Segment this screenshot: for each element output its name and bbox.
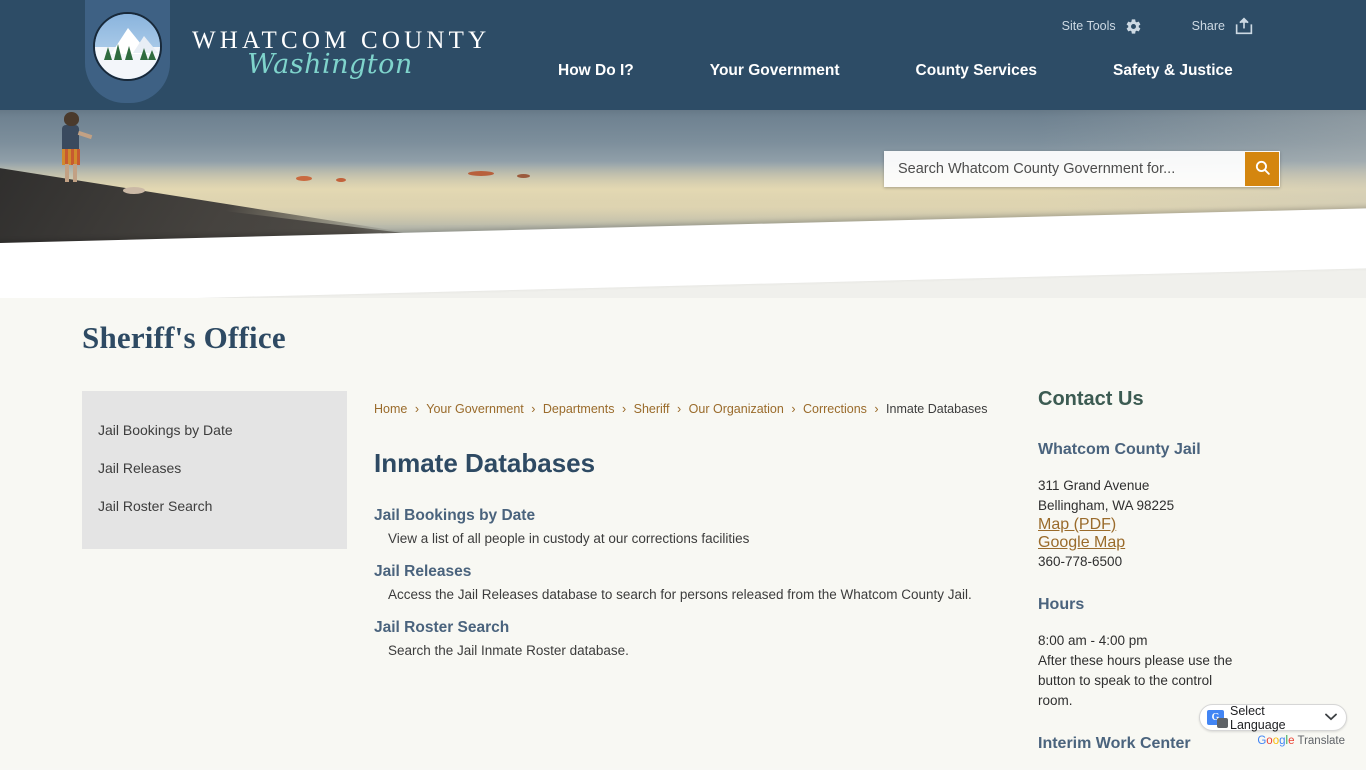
database-entry: Jail Releases Access the Jail Releases d… <box>374 563 1019 604</box>
contact-jail-name: Whatcom County Jail <box>1038 441 1338 459</box>
site-search <box>884 151 1280 187</box>
breadcrumb-item-home[interactable]: Home <box>374 402 407 416</box>
hero-child-shorts <box>62 149 80 165</box>
google-wordmark: Google <box>1257 735 1294 747</box>
seal-tree-icon <box>125 46 133 60</box>
breadcrumb-item-your-government[interactable]: Your Government <box>426 402 524 416</box>
description-jail-bookings-by-date: View a list of all people in custody at … <box>374 530 1019 548</box>
share-label: Share <box>1192 19 1225 33</box>
site-wordmark[interactable]: WHATCOM COUNTY Washington <box>192 27 482 80</box>
utility-bar: Site Tools Share <box>1062 17 1254 35</box>
hero-debris <box>296 176 312 181</box>
database-entry: Jail Roster Search Search the Jail Inmat… <box>374 619 1019 660</box>
language-select-label: Select Language <box>1230 704 1319 732</box>
site-tools-label: Site Tools <box>1062 19 1116 33</box>
link-jail-roster-search[interactable]: Jail Roster Search <box>374 619 1019 637</box>
site-header: WHATCOM COUNTY Washington Site Tools Sha… <box>0 0 1366 110</box>
nav-item-county-services[interactable]: County Services <box>878 57 1075 85</box>
google-translate-widget: G Select Language Google Translate <box>1199 704 1347 747</box>
contact-phone: 360-778-6500 <box>1038 552 1338 572</box>
breadcrumb-item-corrections[interactable]: Corrections <box>803 402 867 416</box>
share-button[interactable]: Share <box>1192 17 1254 35</box>
contact-jail-block: Whatcom County Jail 311 Grand Avenue Bel… <box>1038 441 1338 572</box>
description-jail-releases: Access the Jail Releases database to sea… <box>374 586 1019 604</box>
contact-address-line1: 311 Grand Avenue <box>1038 476 1338 496</box>
hero-child-leg <box>73 164 77 182</box>
sidebar-item-jail-roster-search[interactable]: Jail Roster Search <box>82 487 347 525</box>
link-jail-bookings-by-date[interactable]: Jail Bookings by Date <box>374 507 1019 525</box>
hero-debris <box>517 174 530 178</box>
main-navigation: How Do I? Your Government County Service… <box>520 57 1271 85</box>
translate-word: Translate <box>1297 735 1345 747</box>
hours-line1: 8:00 am - 4:00 pm <box>1038 631 1338 651</box>
breadcrumb-item-departments[interactable]: Departments <box>543 402 615 416</box>
link-jail-releases[interactable]: Jail Releases <box>374 563 1019 581</box>
google-translate-credit: Google Translate <box>1199 735 1347 747</box>
left-sidebar-nav: Jail Bookings by Date Jail Releases Jail… <box>82 391 347 549</box>
hours-line2: After these hours please use the <box>1038 651 1338 671</box>
seal-tree-icon <box>148 50 156 60</box>
breadcrumb-item-our-organization[interactable]: Our Organization <box>689 402 784 416</box>
link-map-pdf[interactable]: Map (PDF) <box>1038 516 1338 534</box>
hours-heading: Hours <box>1038 596 1338 614</box>
site-tools-button[interactable]: Site Tools <box>1062 18 1142 35</box>
hero-debris <box>468 171 494 176</box>
description-jail-roster-search: Search the Jail Inmate Roster database. <box>374 642 1019 660</box>
seal-tree-icon <box>140 48 148 60</box>
database-entry: Jail Bookings by Date View a list of all… <box>374 507 1019 548</box>
chevron-down-icon <box>1325 712 1337 724</box>
link-google-map[interactable]: Google Map <box>1038 534 1338 552</box>
contact-address-line2: Bellingham, WA 98225 <box>1038 496 1338 516</box>
breadcrumb-item-current: Inmate Databases <box>886 402 987 416</box>
search-input[interactable] <box>884 151 1244 187</box>
seal-tree-icon <box>104 47 112 60</box>
hero-child-leg <box>65 164 69 182</box>
seal-tree-icon <box>114 44 122 60</box>
breadcrumb: Home › Your Government › Departments › S… <box>374 402 988 416</box>
hours-line3: button to speak to the control <box>1038 671 1338 691</box>
language-select[interactable]: G Select Language <box>1199 704 1347 731</box>
hero-child-figure <box>62 125 79 151</box>
sidebar-item-jail-releases[interactable]: Jail Releases <box>82 449 347 487</box>
gear-icon[interactable] <box>1125 18 1142 35</box>
breadcrumb-separator: › <box>874 402 878 416</box>
nav-item-how-do-i[interactable]: How Do I? <box>520 57 672 85</box>
hero-debris <box>336 178 346 182</box>
whatcom-county-seal-icon <box>93 12 162 81</box>
hero-child-head <box>64 112 79 126</box>
hero-banner <box>0 103 1366 298</box>
search-icon <box>1254 159 1271 179</box>
breadcrumb-separator: › <box>791 402 795 416</box>
nav-item-safety-justice[interactable]: Safety & Justice <box>1075 57 1271 85</box>
breadcrumb-separator: › <box>531 402 535 416</box>
county-logo[interactable] <box>85 0 170 103</box>
page-title: Sheriff's Office <box>82 320 286 356</box>
contact-hours-block: Hours 8:00 am - 4:00 pm After these hour… <box>1038 596 1338 711</box>
main-content: Inmate Databases Jail Bookings by Date V… <box>374 448 1019 676</box>
sidebar-item-jail-bookings-by-date[interactable]: Jail Bookings by Date <box>82 411 347 449</box>
breadcrumb-item-sheriff[interactable]: Sheriff <box>634 402 670 416</box>
breadcrumb-separator: › <box>677 402 681 416</box>
breadcrumb-separator: › <box>415 402 419 416</box>
contact-heading: Contact Us <box>1038 388 1338 411</box>
google-translate-icon: G <box>1207 710 1224 725</box>
nav-item-your-government[interactable]: Your Government <box>672 57 878 85</box>
search-submit-button[interactable] <box>1245 152 1279 186</box>
content-heading: Inmate Databases <box>374 448 1019 479</box>
breadcrumb-separator: › <box>622 402 626 416</box>
share-icon[interactable] <box>1234 17 1254 35</box>
hero-debris <box>123 187 145 194</box>
